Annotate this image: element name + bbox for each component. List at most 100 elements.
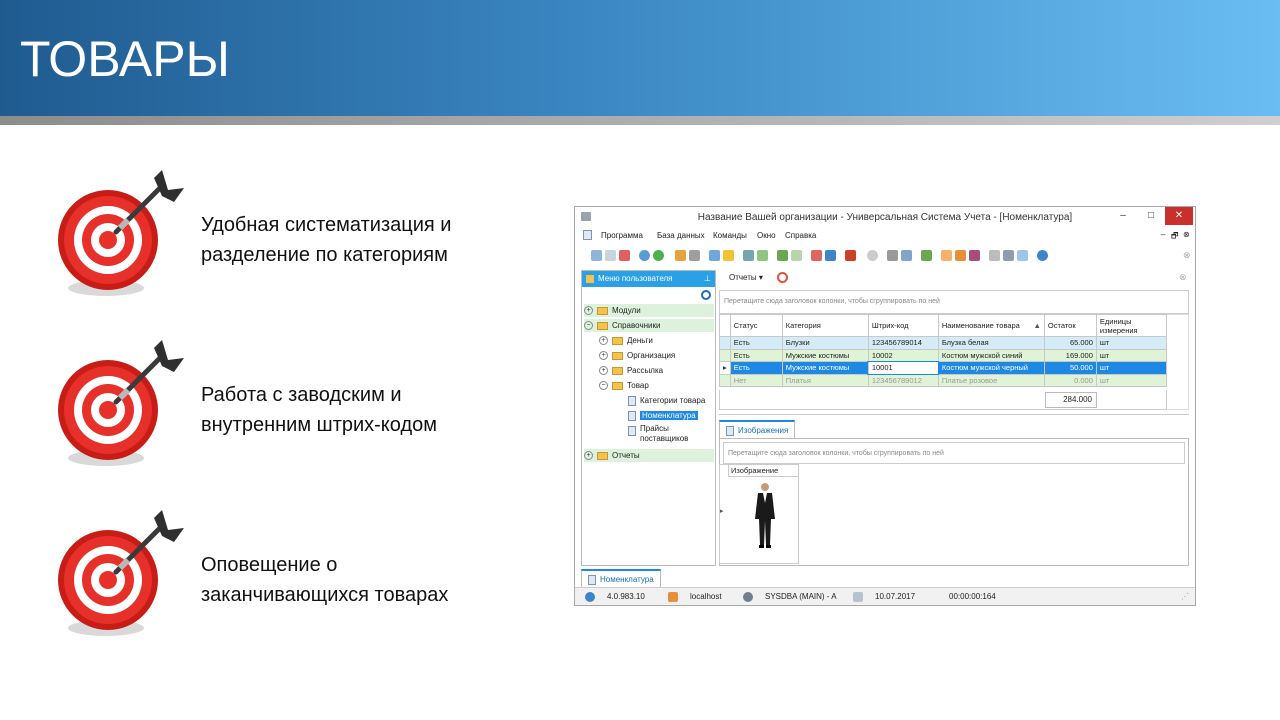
cell-barcode-focused[interactable]: 10001 [867,360,940,375]
cell-status[interactable]: Есть [729,348,783,362]
menu-item-help[interactable]: Справка [785,231,816,240]
window-cascade-icon[interactable] [825,250,836,261]
menu-item-commands[interactable]: Команды [713,231,747,240]
splitter[interactable] [719,414,1189,415]
cell-stock[interactable]: 50.000 [1043,361,1097,375]
tree-item-organization[interactable]: + Организация [599,349,714,362]
cell-name[interactable]: Костюм мужской черный [937,361,1045,375]
stop-icon[interactable] [867,250,878,261]
column-header-units[interactable]: Единицы измерения [1095,314,1168,337]
export-icon[interactable] [757,250,768,261]
filter-icon[interactable] [675,250,686,261]
menu-item-database[interactable]: База данных [657,231,705,240]
panel-close-icon[interactable]: ⊗ [1179,272,1187,283]
share-icon[interactable] [1017,250,1028,261]
cell-units[interactable]: шт [1095,348,1168,362]
new-record-icon[interactable] [591,250,602,261]
group-by-panel[interactable]: Перетащите сюда заголовок колонки, чтобы… [719,290,1189,314]
calculator-icon[interactable] [921,250,932,261]
collapse-icon[interactable]: − [599,381,608,391]
cell-category[interactable]: Платья [781,373,869,387]
resize-grip-icon[interactable]: ⋰ [1181,592,1189,601]
users-icon[interactable] [955,250,966,261]
cell-barcode[interactable]: 123456789012 [867,373,939,387]
expand-icon[interactable]: + [599,336,608,346]
menu-item-program[interactable]: Программа [601,231,643,240]
cell-category[interactable]: Мужские костюмы [781,348,869,362]
column-header-category[interactable]: Категория [781,314,869,337]
cell-name[interactable]: Блузка белая [937,336,1045,350]
cell-status[interactable]: Есть [729,361,783,375]
mdi-minimize-button[interactable]: – [1161,230,1165,239]
columns-icon[interactable] [743,250,754,261]
column-header-status[interactable]: Статус [729,314,783,337]
cell-units[interactable]: шт [1095,336,1168,350]
cell-status[interactable]: Есть [729,336,783,350]
excel-icon[interactable] [777,250,788,261]
column-header-name[interactable]: Наименование товара ▲ [937,314,1045,337]
link-icon[interactable] [969,250,980,261]
mdi-restore-button[interactable]: 🗗 [1171,230,1179,244]
close-button[interactable]: ✕ [1165,207,1193,225]
cell-barcode[interactable]: 10002 [867,348,939,362]
mdi-close-button[interactable]: ⊗ [1183,230,1190,239]
tree-item-nomenclature[interactable]: Номенклатура [628,409,714,422]
pin-icon[interactable]: ⊥ [704,271,711,287]
table-row[interactable]: Нет Платья 123456789012 Платье розовое 0… [719,373,1168,387]
window-new-icon[interactable] [811,250,822,261]
cell-barcode[interactable]: 123456789014 [867,336,939,350]
table-row[interactable]: Есть Блузки 123456789014 Блузка белая 65… [719,336,1168,350]
column-header-stock[interactable]: Остаток [1043,314,1097,337]
cell-category[interactable]: Мужские костюмы [781,361,869,375]
tools-icon[interactable] [887,250,898,261]
filter-clear-icon[interactable] [689,250,700,261]
tree-item-modules[interactable]: + Модули [584,304,714,317]
folder-icon[interactable] [723,250,734,261]
cell-stock[interactable]: 65.000 [1043,336,1097,350]
maximize-button[interactable]: □ [1137,207,1165,225]
search-icon[interactable] [701,290,711,300]
book-icon[interactable] [845,250,856,261]
tree-item-directories[interactable]: − Справочники [584,319,714,332]
tree-item-reports[interactable]: + Отчеты [584,449,714,462]
collapse-icon[interactable]: − [584,321,593,331]
expand-icon[interactable]: + [584,306,593,316]
excel-options-icon[interactable] [791,250,802,261]
expand-icon[interactable]: + [599,366,608,376]
menu-item-window[interactable]: Окно [757,231,776,240]
product-photo-suit[interactable] [750,481,780,549]
cell-name[interactable]: Платье розовое [937,373,1045,387]
cancel-icon[interactable] [777,272,788,283]
import-icon[interactable] [709,250,720,261]
tab-nomenclature[interactable]: Номенклатура [581,569,661,587]
table-row[interactable]: Есть Мужские костюмы 10002 Костюм мужско… [719,348,1168,362]
tree-item-supplier-prices[interactable]: Прайсы поставщиков [628,424,714,448]
expand-icon[interactable]: + [584,451,593,461]
cell-name[interactable]: Костюм мужской синий [937,348,1045,362]
settings-icon[interactable] [901,250,912,261]
cell-units[interactable]: шт [1095,361,1168,375]
tab-images[interactable]: Изображения [719,420,796,438]
cell-category[interactable]: Блузки [781,336,869,350]
lock-icon[interactable] [941,250,952,261]
cell-status[interactable]: Нет [729,373,783,387]
tree-item-goods-categories[interactable]: Категории товара [628,394,714,407]
toolbar-close-icon[interactable]: ⊗ [1183,250,1191,261]
table-row-selected[interactable]: ▸ Есть Мужские костюмы 10001 Костюм мужс… [719,360,1168,375]
tree-item-goods[interactable]: − Товар [599,379,714,392]
images-group-by-panel[interactable]: Перетащите сюда заголовок колонки, чтобы… [723,442,1185,464]
column-header-image[interactable]: Изображение [728,465,798,477]
minimize-button[interactable]: – [1109,207,1137,225]
column-header-barcode[interactable]: Штрих-код [867,314,939,337]
cell-units[interactable]: шт [1095,373,1168,387]
reports-dropdown[interactable]: Отчеты ▾ [729,273,763,282]
refresh-icon[interactable] [653,250,664,261]
calendar-icon[interactable] [989,250,1000,261]
search-icon[interactable] [639,250,650,261]
cell-stock[interactable]: 0.000 [1043,373,1097,387]
delete-icon[interactable] [619,250,630,261]
cell-stock[interactable]: 169.000 [1043,348,1097,362]
copy-icon[interactable] [605,250,616,261]
help-icon[interactable] [1037,250,1048,261]
tree-item-money[interactable]: + Деньги [599,334,714,347]
